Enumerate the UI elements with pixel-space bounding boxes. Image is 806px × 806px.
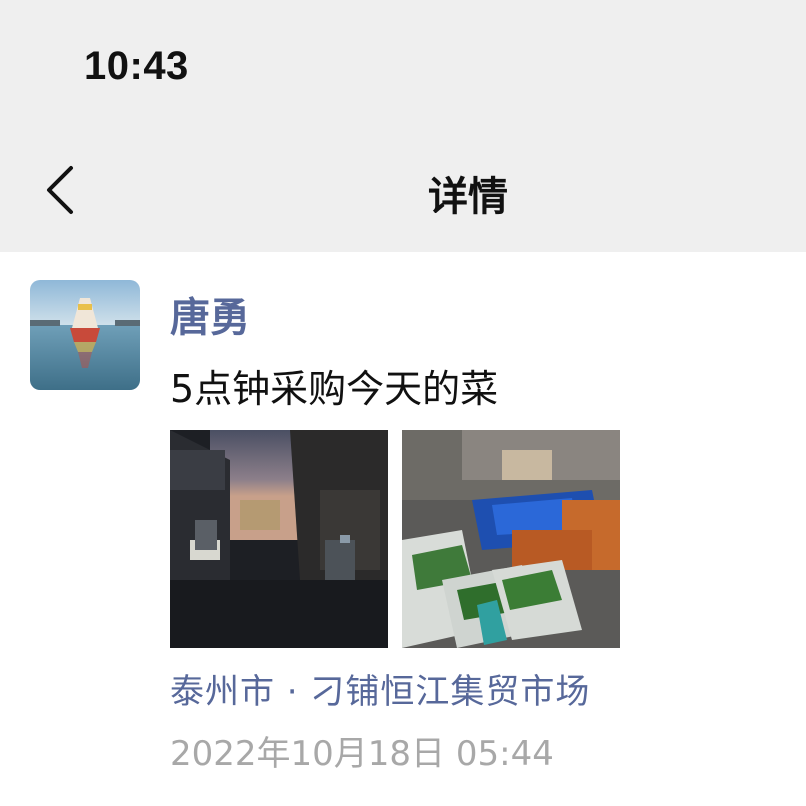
- street-at-dawn-photo: [170, 430, 388, 648]
- avatar[interactable]: [30, 280, 140, 390]
- author-name[interactable]: 唐勇: [170, 285, 250, 343]
- post-location[interactable]: 泰州市 · 刁铺恒江集贸市场: [170, 664, 590, 713]
- top-bar: 10:43 详情: [0, 0, 806, 252]
- status-bar-time: 10:43: [84, 44, 189, 88]
- post-text: 5点钟采购今天的菜: [170, 367, 499, 411]
- post-photo-2[interactable]: [402, 430, 620, 648]
- post-timestamp: 2022年10月18日 05:44: [170, 734, 554, 774]
- page-title: 详情: [428, 174, 508, 220]
- vegetable-crates-photo: [402, 430, 620, 648]
- post-photo-1[interactable]: [170, 430, 388, 648]
- ship-avatar-image: [30, 280, 140, 390]
